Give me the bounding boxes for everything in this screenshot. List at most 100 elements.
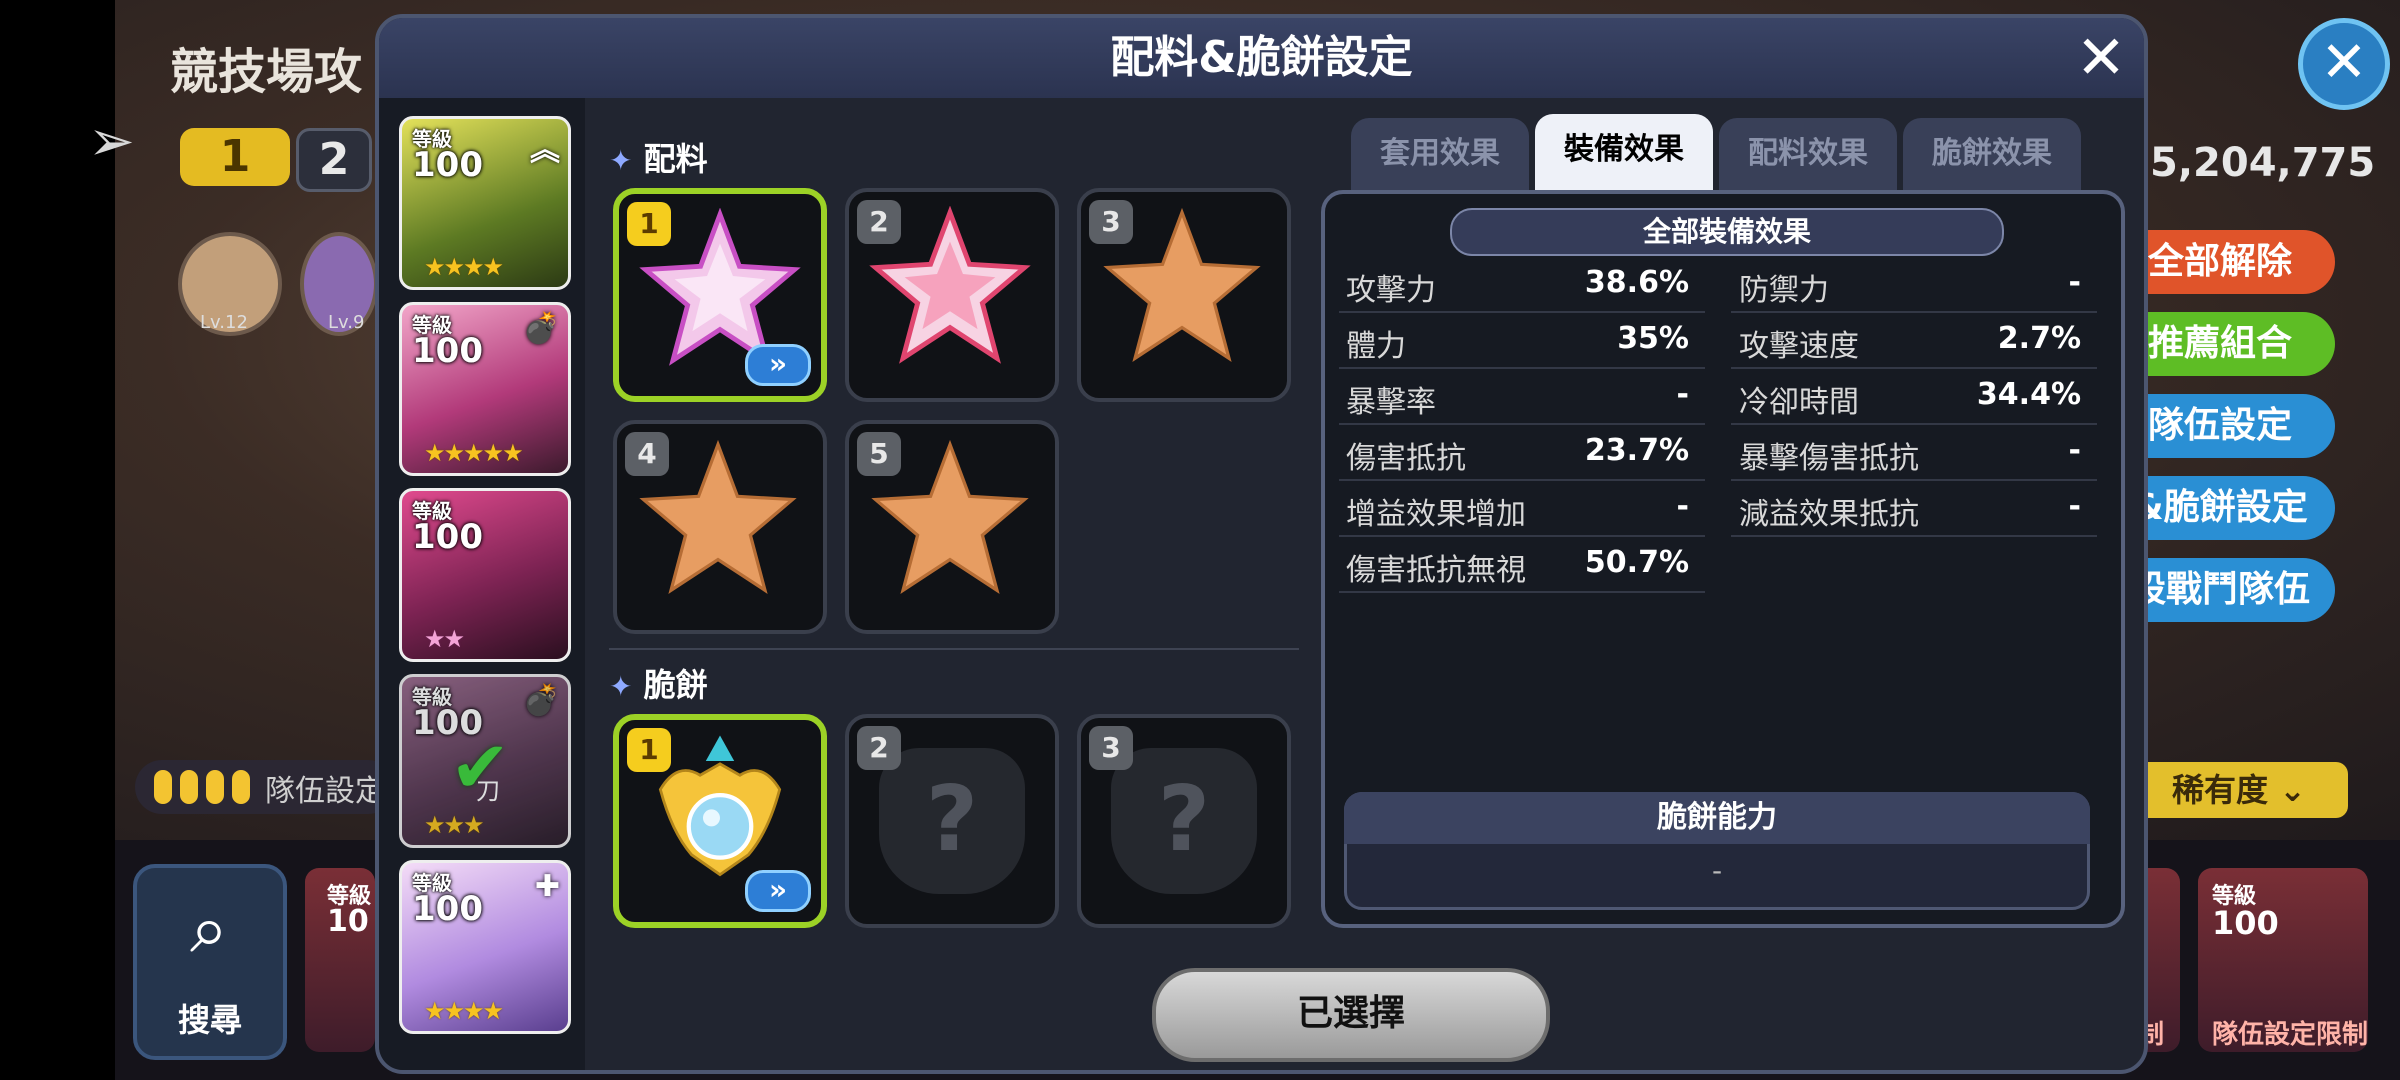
stat-value: - [1676,377,1689,412]
stat-divider [1731,423,2097,425]
promotion-icon: ︽ [530,133,560,168]
tab-topping-effects[interactable]: 配料效果 [1719,118,1897,190]
stat-value: 38.6% [1584,265,1689,300]
character-card-5[interactable]: 等級 100 ✚ ★★★★ [399,860,571,1034]
slot-number: 5 [857,432,901,476]
double-chevron-icon[interactable]: » [745,344,811,386]
stat-value: 50.7% [1584,545,1689,580]
stat-label: 冷卻時間 [1739,385,1859,420]
topping-slot-1[interactable]: 1 » [613,188,827,402]
close-icon[interactable]: ✕ [2069,26,2133,90]
rarity-sort-dropdown[interactable]: 稀有度 ⌄ [2130,762,2348,818]
close-icon[interactable]: ✕ [2298,18,2390,110]
topping-slot-2[interactable]: 2 [845,188,1059,402]
stat-label: 防禦力 [1739,273,1829,308]
treasure-level: Lv.9 [328,312,365,333]
slot-number: 2 [857,726,901,770]
star-rating: ★★★★★ [424,439,524,467]
bomb-icon: 💣 [522,683,560,718]
chevron-down-icon: ⌄ [2279,771,2306,809]
team-tab-2[interactable]: 2 [296,128,372,192]
level-value: 100 [412,517,483,557]
tart-slot-2[interactable]: ? 2 [845,714,1059,928]
level-value: 100 [412,889,483,929]
tab-applied-effects[interactable]: 套用效果 [1351,118,1529,190]
effects-header: 全部裝備效果 [1450,208,2004,256]
double-chevron-icon[interactable]: » [745,870,811,912]
stat-value: - [1676,489,1689,524]
slot-number: 1 [627,728,671,772]
search-icon: ⌕ [189,890,229,969]
stat-value: 23.7% [1584,433,1689,468]
character-note: 刀 [476,777,500,805]
star-rating: ★★★★ [424,997,504,1025]
stat-label: 攻擊速度 [1739,329,1859,364]
send-icon[interactable]: ➢ [88,112,148,172]
stat-divider [1339,311,1705,313]
stat-divider [1339,535,1705,537]
tab-equip-effects[interactable]: 裝備效果 [1535,114,1713,190]
rarity-label: 稀有度 [2172,771,2269,809]
slot-number: 3 [1089,726,1133,770]
stat-divider [1339,423,1705,425]
star-rating: ★★★ [424,811,485,839]
slot-number: 1 [627,202,671,246]
slot-number: 3 [1089,200,1133,244]
stat-label: 體力 [1346,329,1406,364]
sparkle-icon: ✦ [609,670,633,703]
search-label: 搜尋 [177,1001,242,1039]
card-level-value: 10 [327,904,369,939]
level-value: 100 [412,145,483,185]
character-card-1[interactable]: 等級 100 ︽ ★★★★ [399,116,571,290]
character-card-4[interactable]: 等級 100 💣 ✔ 刀 ★★★ [399,674,571,848]
character-card-3[interactable]: 等級 100 ★★ [399,488,571,662]
tart-ability-title: 脆餅能力 [1344,792,2090,844]
tab-tart-effects[interactable]: 脆餅效果 [1903,118,2081,190]
stat-divider [1731,535,2097,537]
stat-label: 攻擊力 [1346,273,1436,308]
pip [154,770,172,804]
tart-ability-value: - [1711,854,1723,887]
stat-divider [1339,479,1705,481]
selected-button[interactable]: 已選擇 [1152,968,1550,1062]
treasure-level: Lv.12 [200,312,248,333]
toppings-label: 配料 [643,140,708,178]
plus-icon: ✚ [534,869,560,904]
stat-label: 暴擊率 [1346,385,1436,420]
star-rating: ★★★★ [424,253,504,281]
question-mark-icon: ? [1157,767,1211,872]
topping-slot-3[interactable]: 3 [1077,188,1291,402]
topping-slot-5[interactable]: 5 [845,420,1059,634]
character-card-2[interactable]: 等級 100 💣 ★★★★★ [399,302,571,476]
stat-value: - [2068,489,2081,524]
cookie-card[interactable]: 等級 100 隊伍設定限制 [2198,868,2368,1052]
stat-value: - [2068,265,2081,300]
stat-value: 2.7% [1997,321,2081,356]
stat-divider [1731,311,2097,313]
section-divider [609,648,1299,650]
cookie-card[interactable]: 等級 10 [305,868,375,1052]
star-rating: ★★ [424,625,465,653]
stat-divider [1339,367,1705,369]
stat-divider [1731,479,2097,481]
tart-slot-1[interactable]: 1 » [613,714,827,928]
topping-tart-modal: 配料&脆餅設定 ✕ 等級 100 ︽ ★★★★ 等級 100 💣 ★★★★★ 等… [375,14,2148,1074]
team-tab-1[interactable]: 1 [180,128,290,186]
team-settings-label: 隊伍設定 [265,774,385,809]
tart-slot-3[interactable]: ? 3 [1077,714,1291,928]
stat-label: 傷害抵抗 [1346,441,1466,476]
tart-label: 脆餅 [643,666,708,704]
sparkle-icon: ✦ [609,144,633,177]
tart-section-title: ✦ 脆餅 [609,660,708,706]
stat-value: 35% [1617,321,1689,356]
score-value: 5,204,775 [2150,140,2376,186]
stat-divider [1339,591,1705,593]
stat-value: 34.4% [1976,377,2081,412]
question-mark-icon: ? [925,767,979,872]
background-title: 競技場攻 [170,44,363,100]
topping-slot-4[interactable]: 4 [613,420,827,634]
card-level-value: 100 [2212,904,2279,942]
stat-value: - [2068,433,2081,468]
card-limit-label: 隊伍設定限制 [2212,1020,2369,1050]
level-value: 100 [412,331,483,371]
